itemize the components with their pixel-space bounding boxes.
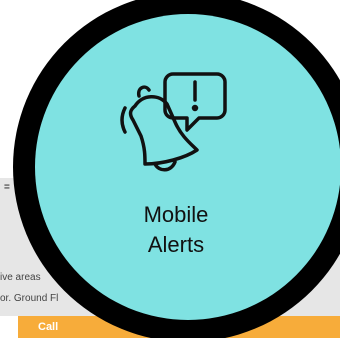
stage: = v ive areas or. Ground Fl Call Mobile … bbox=[0, 0, 340, 338]
badge-label-line1: Mobile bbox=[143, 202, 209, 227]
badge-label: Mobile Alerts bbox=[96, 200, 256, 260]
background-fragment-2: ive areas bbox=[0, 272, 41, 283]
background-dash: = bbox=[4, 182, 10, 193]
call-label: Call bbox=[38, 321, 59, 333]
phone-icon bbox=[0, 316, 18, 338]
badge-label-line2: Alerts bbox=[147, 232, 205, 257]
bell-with-alert-bubble-icon bbox=[120, 72, 227, 172]
background-fragment-3: or. Ground Fl bbox=[0, 293, 59, 304]
